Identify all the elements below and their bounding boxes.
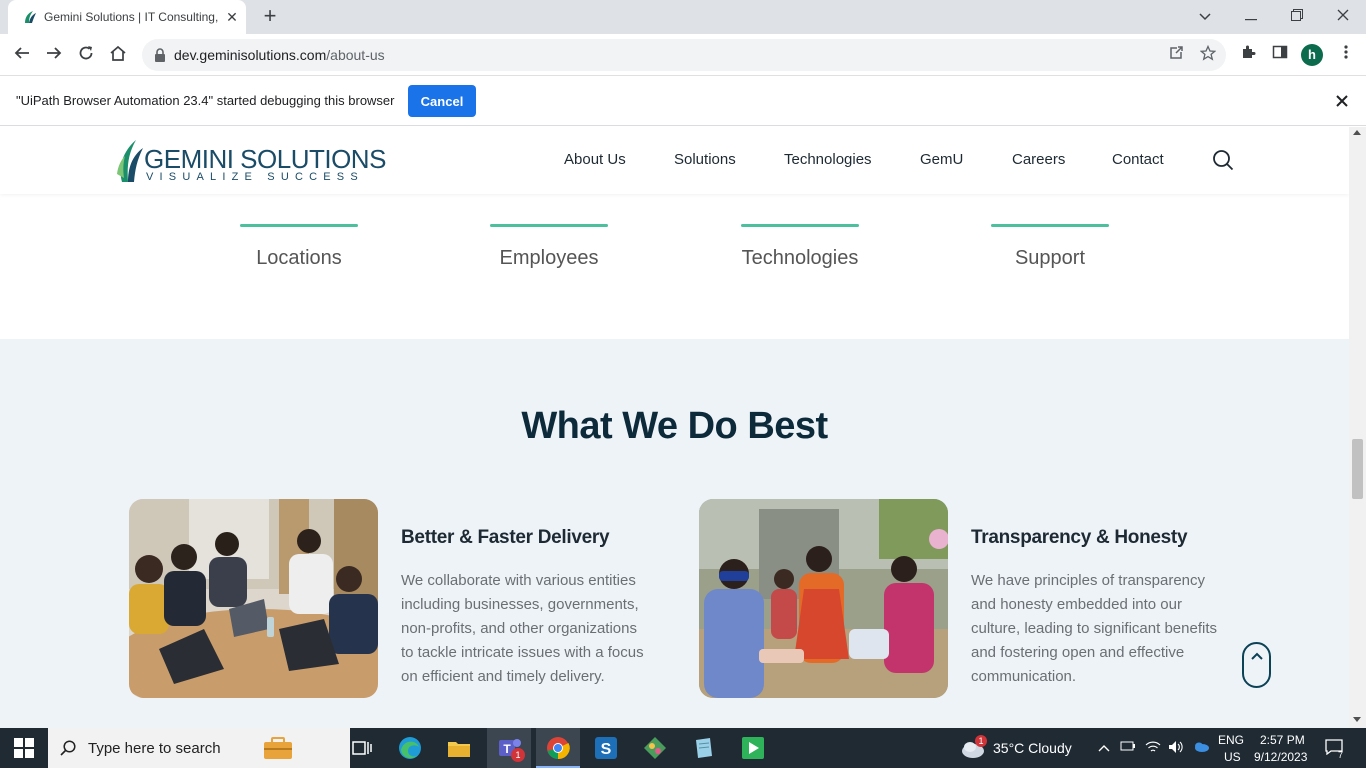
git-tool-icon[interactable]: [641, 734, 669, 762]
volume-icon[interactable]: [1168, 740, 1184, 756]
page-scrollbar[interactable]: [1349, 127, 1366, 728]
search-icon[interactable]: [1212, 149, 1234, 171]
stat-divider: [741, 224, 859, 227]
taskbar-search-placeholder: Type here to search: [88, 740, 221, 757]
clock-time[interactable]: 2:57 PM: [1260, 733, 1305, 747]
weather-badge: 1: [975, 735, 987, 747]
card-description: We have principles of transparency and h…: [971, 572, 1217, 685]
chrome-taskbar-button[interactable]: [536, 728, 580, 768]
restore-icon[interactable]: [1283, 4, 1311, 28]
side-panel-icon[interactable]: [1269, 44, 1291, 66]
scroll-up-arrow-icon[interactable]: [1353, 130, 1361, 135]
stat-support: Support: [950, 187, 1150, 270]
nav-technologies[interactable]: Technologies: [784, 151, 872, 168]
notepad-icon[interactable]: [690, 734, 718, 762]
notification-count: 7: [1338, 750, 1344, 760]
browser-toolbar: dev.geminisolutions.com/about-us h: [0, 34, 1366, 76]
stat-label: Locations: [256, 247, 342, 269]
nav-contact[interactable]: Contact: [1112, 151, 1164, 168]
profile-avatar[interactable]: h: [1301, 44, 1323, 66]
url-text[interactable]: dev.geminisolutions.com/about-us: [174, 47, 385, 63]
stat-divider: [240, 224, 358, 227]
tab-title: Gemini Solutions | IT Consulting,: [44, 10, 219, 24]
stat-technologies: Technologies: [700, 187, 900, 270]
onedrive-cloud-icon[interactable]: [1192, 740, 1209, 756]
cancel-debugging-button[interactable]: Cancel: [408, 85, 476, 117]
task-view-icon[interactable]: [347, 734, 375, 762]
uipath-studio-icon[interactable]: S: [592, 734, 620, 762]
reload-icon[interactable]: [73, 42, 99, 68]
team-meeting-photo: [129, 499, 378, 698]
search-icon: [60, 740, 76, 756]
card-title: Better & Faster Delivery: [401, 527, 610, 548]
clock-date[interactable]: 9/12/2023: [1254, 750, 1307, 764]
windows-taskbar: Type here to search T 1 S 1 35°C Cloudy …: [0, 728, 1366, 768]
lock-icon[interactable]: [154, 48, 166, 62]
page-viewport: Locations Employees Technologies Support…: [0, 127, 1349, 728]
scroll-thumb[interactable]: [1352, 439, 1363, 499]
gemini-logo[interactable]: GEMINI SOLUTIONS VISUALIZE SUCCESS: [116, 136, 386, 184]
chrome-menu-icon[interactable]: [1335, 44, 1357, 66]
stat-locations: Locations: [199, 187, 399, 270]
scroll-to-top-button[interactable]: [1242, 642, 1271, 688]
input-region[interactable]: US: [1224, 750, 1241, 764]
teams-taskbar-button[interactable]: T 1: [487, 728, 531, 768]
share-icon[interactable]: [1166, 45, 1186, 65]
close-window-icon[interactable]: [1329, 4, 1357, 28]
stat-divider: [490, 224, 608, 227]
nav-careers[interactable]: Careers: [1012, 151, 1065, 168]
site-header: GEMINI SOLUTIONS VISUALIZE SUCCESS About…: [0, 127, 1349, 194]
stat-divider: [991, 224, 1109, 227]
teams-notification-badge: 1: [511, 748, 525, 762]
stat-employees: Employees: [449, 187, 649, 270]
show-hidden-icons-chevron-icon[interactable]: [1096, 740, 1112, 756]
minimize-icon[interactable]: [1237, 4, 1265, 28]
svg-text:S: S: [601, 741, 612, 758]
logo-tagline: VISUALIZE SUCCESS: [146, 171, 364, 183]
briefcase-icon: [264, 737, 292, 759]
new-tab-icon[interactable]: +: [259, 5, 281, 28]
extensions-puzzle-icon[interactable]: [1237, 44, 1259, 66]
chevron-up-icon: [1251, 652, 1263, 660]
forward-icon[interactable]: [41, 42, 67, 68]
back-icon[interactable]: [9, 42, 35, 68]
tab-close-icon[interactable]: ✕: [224, 9, 240, 25]
file-explorer-icon[interactable]: [445, 734, 473, 762]
input-language[interactable]: ENG: [1218, 733, 1244, 747]
stat-label: Employees: [499, 247, 599, 269]
tab-search-chevron-icon[interactable]: [1191, 4, 1219, 28]
stat-label: Support: [1014, 247, 1086, 269]
section-title: What We Do Best: [521, 405, 828, 447]
uipath-assistant-icon[interactable]: [739, 734, 767, 762]
community-outreach-photo: [699, 499, 948, 698]
home-icon[interactable]: [105, 42, 131, 68]
chrome-icon: [547, 737, 570, 760]
what-we-do-best-section: What We Do Best Better & Faster Delivery…: [0, 339, 1349, 728]
nav-solutions[interactable]: Solutions: [674, 151, 736, 168]
card-title: Transparency & Honesty: [971, 527, 1188, 548]
scroll-down-arrow-icon[interactable]: [1353, 717, 1361, 722]
address-bar[interactable]: dev.geminisolutions.com/about-us: [142, 39, 1226, 71]
wifi-icon[interactable]: [1145, 740, 1161, 756]
gemini-leaf-icon: [117, 140, 143, 182]
browser-tab-strip: Gemini Solutions | IT Consulting, ✕ +: [0, 0, 1366, 34]
card-description: We collaborate with various entities inc…: [401, 572, 644, 685]
infobar-close-icon[interactable]: [1332, 91, 1352, 111]
nav-gemu[interactable]: GemU: [920, 151, 963, 168]
taskbar-search-box[interactable]: Type here to search: [48, 728, 350, 768]
stat-label: Technologies: [741, 247, 859, 269]
windows-start-icon[interactable]: [14, 738, 34, 758]
weather-text[interactable]: 35°C Cloudy: [993, 740, 1072, 756]
debugging-infobar: "UiPath Browser Automation 23.4" started…: [0, 77, 1366, 126]
bookmark-star-icon[interactable]: [1198, 44, 1218, 65]
edge-icon[interactable]: [396, 734, 424, 762]
nav-about-us[interactable]: About Us: [564, 151, 626, 168]
infobar-message: "UiPath Browser Automation 23.4" started…: [16, 93, 395, 108]
gemini-favicon-icon: [25, 11, 36, 23]
battery-charger-icon[interactable]: [1120, 740, 1136, 756]
browser-tab[interactable]: Gemini Solutions | IT Consulting, ✕: [8, 0, 246, 34]
